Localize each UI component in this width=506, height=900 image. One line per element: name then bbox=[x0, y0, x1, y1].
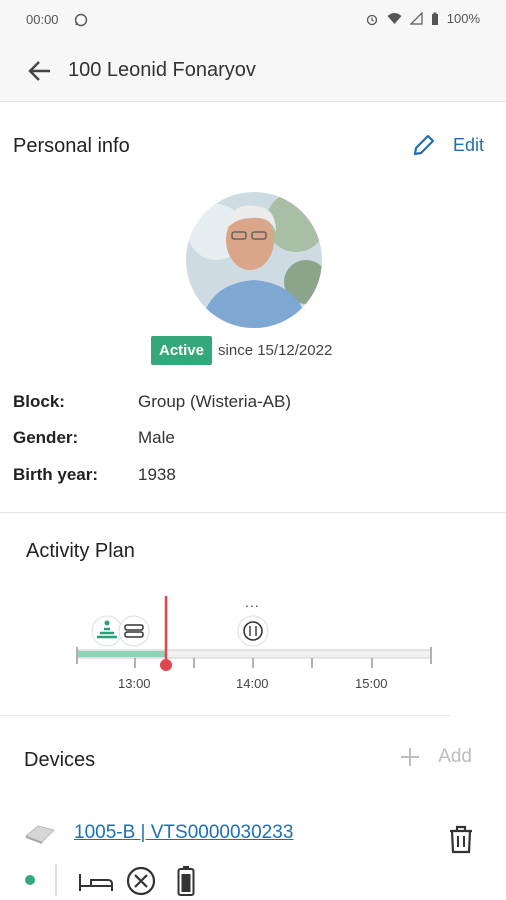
status-time: 00:00 bbox=[26, 12, 59, 27]
tick-label: 15:00 bbox=[355, 676, 388, 691]
info-value: Group (Wisteria-AB) bbox=[138, 392, 292, 411]
device-link[interactable]: 1005-B | VTS0000030233 bbox=[74, 822, 293, 844]
status-bar: 00:00 100% bbox=[0, 0, 506, 40]
tick-label: 13:00 bbox=[118, 676, 151, 691]
pencil-icon bbox=[413, 134, 435, 156]
status-icons: 100% bbox=[365, 11, 480, 26]
personal-info-title: Personal info bbox=[13, 135, 130, 157]
add-device-button[interactable]: Add bbox=[400, 746, 472, 768]
avatar bbox=[186, 192, 322, 328]
status-since: since 15/12/2022 bbox=[218, 342, 333, 359]
info-label: Birth year: bbox=[13, 465, 99, 484]
info-label: Block: bbox=[13, 392, 65, 411]
app-bar: 100 Leonid Fonaryov bbox=[0, 40, 506, 102]
status-badge: Active bbox=[151, 336, 213, 365]
now-marker bbox=[160, 659, 172, 671]
alarm-icon bbox=[366, 14, 377, 25]
status-line: Active since 15/12/2022 bbox=[151, 336, 332, 365]
battery-full-icon bbox=[177, 866, 195, 896]
info-value: 1938 bbox=[138, 465, 176, 484]
disabled-circle-icon bbox=[126, 866, 156, 896]
signal-icon bbox=[409, 12, 423, 25]
battery-level: 100% bbox=[446, 11, 480, 26]
devices-title: Devices bbox=[24, 749, 96, 771]
whatsapp-icon bbox=[74, 13, 88, 27]
meal-icon[interactable] bbox=[237, 615, 269, 647]
edit-button[interactable]: Edit bbox=[411, 132, 484, 158]
back-arrow-icon[interactable] bbox=[26, 57, 54, 85]
bed-icon bbox=[79, 874, 113, 891]
divider bbox=[0, 512, 506, 513]
edit-label: Edit bbox=[452, 134, 484, 155]
online-dot bbox=[25, 875, 35, 885]
more-activities[interactable]: ... bbox=[245, 594, 260, 610]
trash-icon[interactable] bbox=[446, 823, 476, 855]
dentures-icon[interactable] bbox=[118, 615, 150, 647]
plus-icon bbox=[401, 748, 420, 766]
device-sensor-icon bbox=[25, 825, 55, 844]
info-value: Male bbox=[138, 428, 175, 447]
page-title: 100 Leonid Fonaryov bbox=[68, 59, 256, 81]
wifi-icon bbox=[387, 13, 402, 24]
activity-timeline[interactable]: ... 13:00 14:00 15:00 bbox=[70, 590, 440, 700]
add-label: Add bbox=[438, 746, 472, 767]
divider bbox=[0, 715, 450, 716]
exercise-icon[interactable] bbox=[91, 615, 123, 647]
activity-plan-title: Activity Plan bbox=[26, 540, 135, 562]
device-status-row bbox=[22, 864, 222, 898]
battery-icon bbox=[431, 12, 438, 25]
separator bbox=[55, 864, 57, 896]
tick-label: 14:00 bbox=[236, 676, 269, 691]
info-label: Gender: bbox=[13, 428, 79, 447]
